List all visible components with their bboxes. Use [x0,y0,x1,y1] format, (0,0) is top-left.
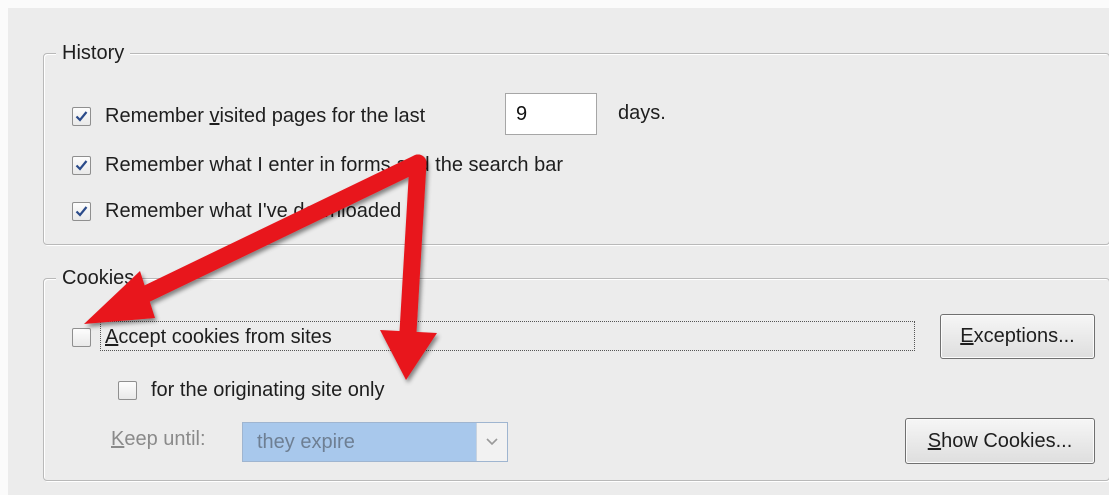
history-legend: History [56,39,131,67]
checkmark-icon [75,110,88,122]
keep-until-select[interactable]: they expire [242,422,508,462]
show-cookies-button[interactable]: Show Cookies... [905,418,1095,464]
preferences-panel: History Remember visited pages for the l… [0,0,1109,495]
remember-downloads-label: Remember what I've downloaded [105,199,402,222]
remember-forms-label: Remember what I enter in forms and the s… [105,153,563,176]
keep-until-label: Keep until: [111,428,206,450]
checkmark-icon [75,205,88,217]
accept-cookies-row[interactable]: Accept cookies from sites [72,323,332,351]
exceptions-button-label: Exceptions... [960,325,1075,347]
show-cookies-button-label: Show Cookies... [927,429,1073,452]
remember-forms-checkbox[interactable] [72,155,91,175]
checkmark-icon [75,159,88,171]
remember-downloads-checkbox[interactable] [72,201,91,221]
chevron-down-icon[interactable] [476,423,507,461]
days-suffix-label: days. [618,102,666,124]
history-days-input[interactable] [505,93,597,135]
originating-site-row[interactable]: for the originating site only [118,376,384,404]
originating-site-checkbox[interactable] [118,380,137,400]
remember-visited-row[interactable]: Remember visited pages for the last [72,102,425,130]
accept-cookies-checkbox[interactable] [72,327,91,347]
exceptions-button[interactable]: Exceptions... [940,314,1095,359]
remember-forms-row[interactable]: Remember what I enter in forms and the s… [72,151,563,179]
remember-downloads-row[interactable]: Remember what I've downloaded [72,197,401,225]
keep-until-value: they expire [257,430,355,453]
remember-visited-label: Remember visited pages for the last [105,104,426,127]
accept-cookies-label: Accept cookies from sites [105,325,332,348]
cookies-legend: Cookies [56,264,141,292]
remember-visited-checkbox[interactable] [72,106,91,126]
originating-site-label: for the originating site only [151,378,385,401]
